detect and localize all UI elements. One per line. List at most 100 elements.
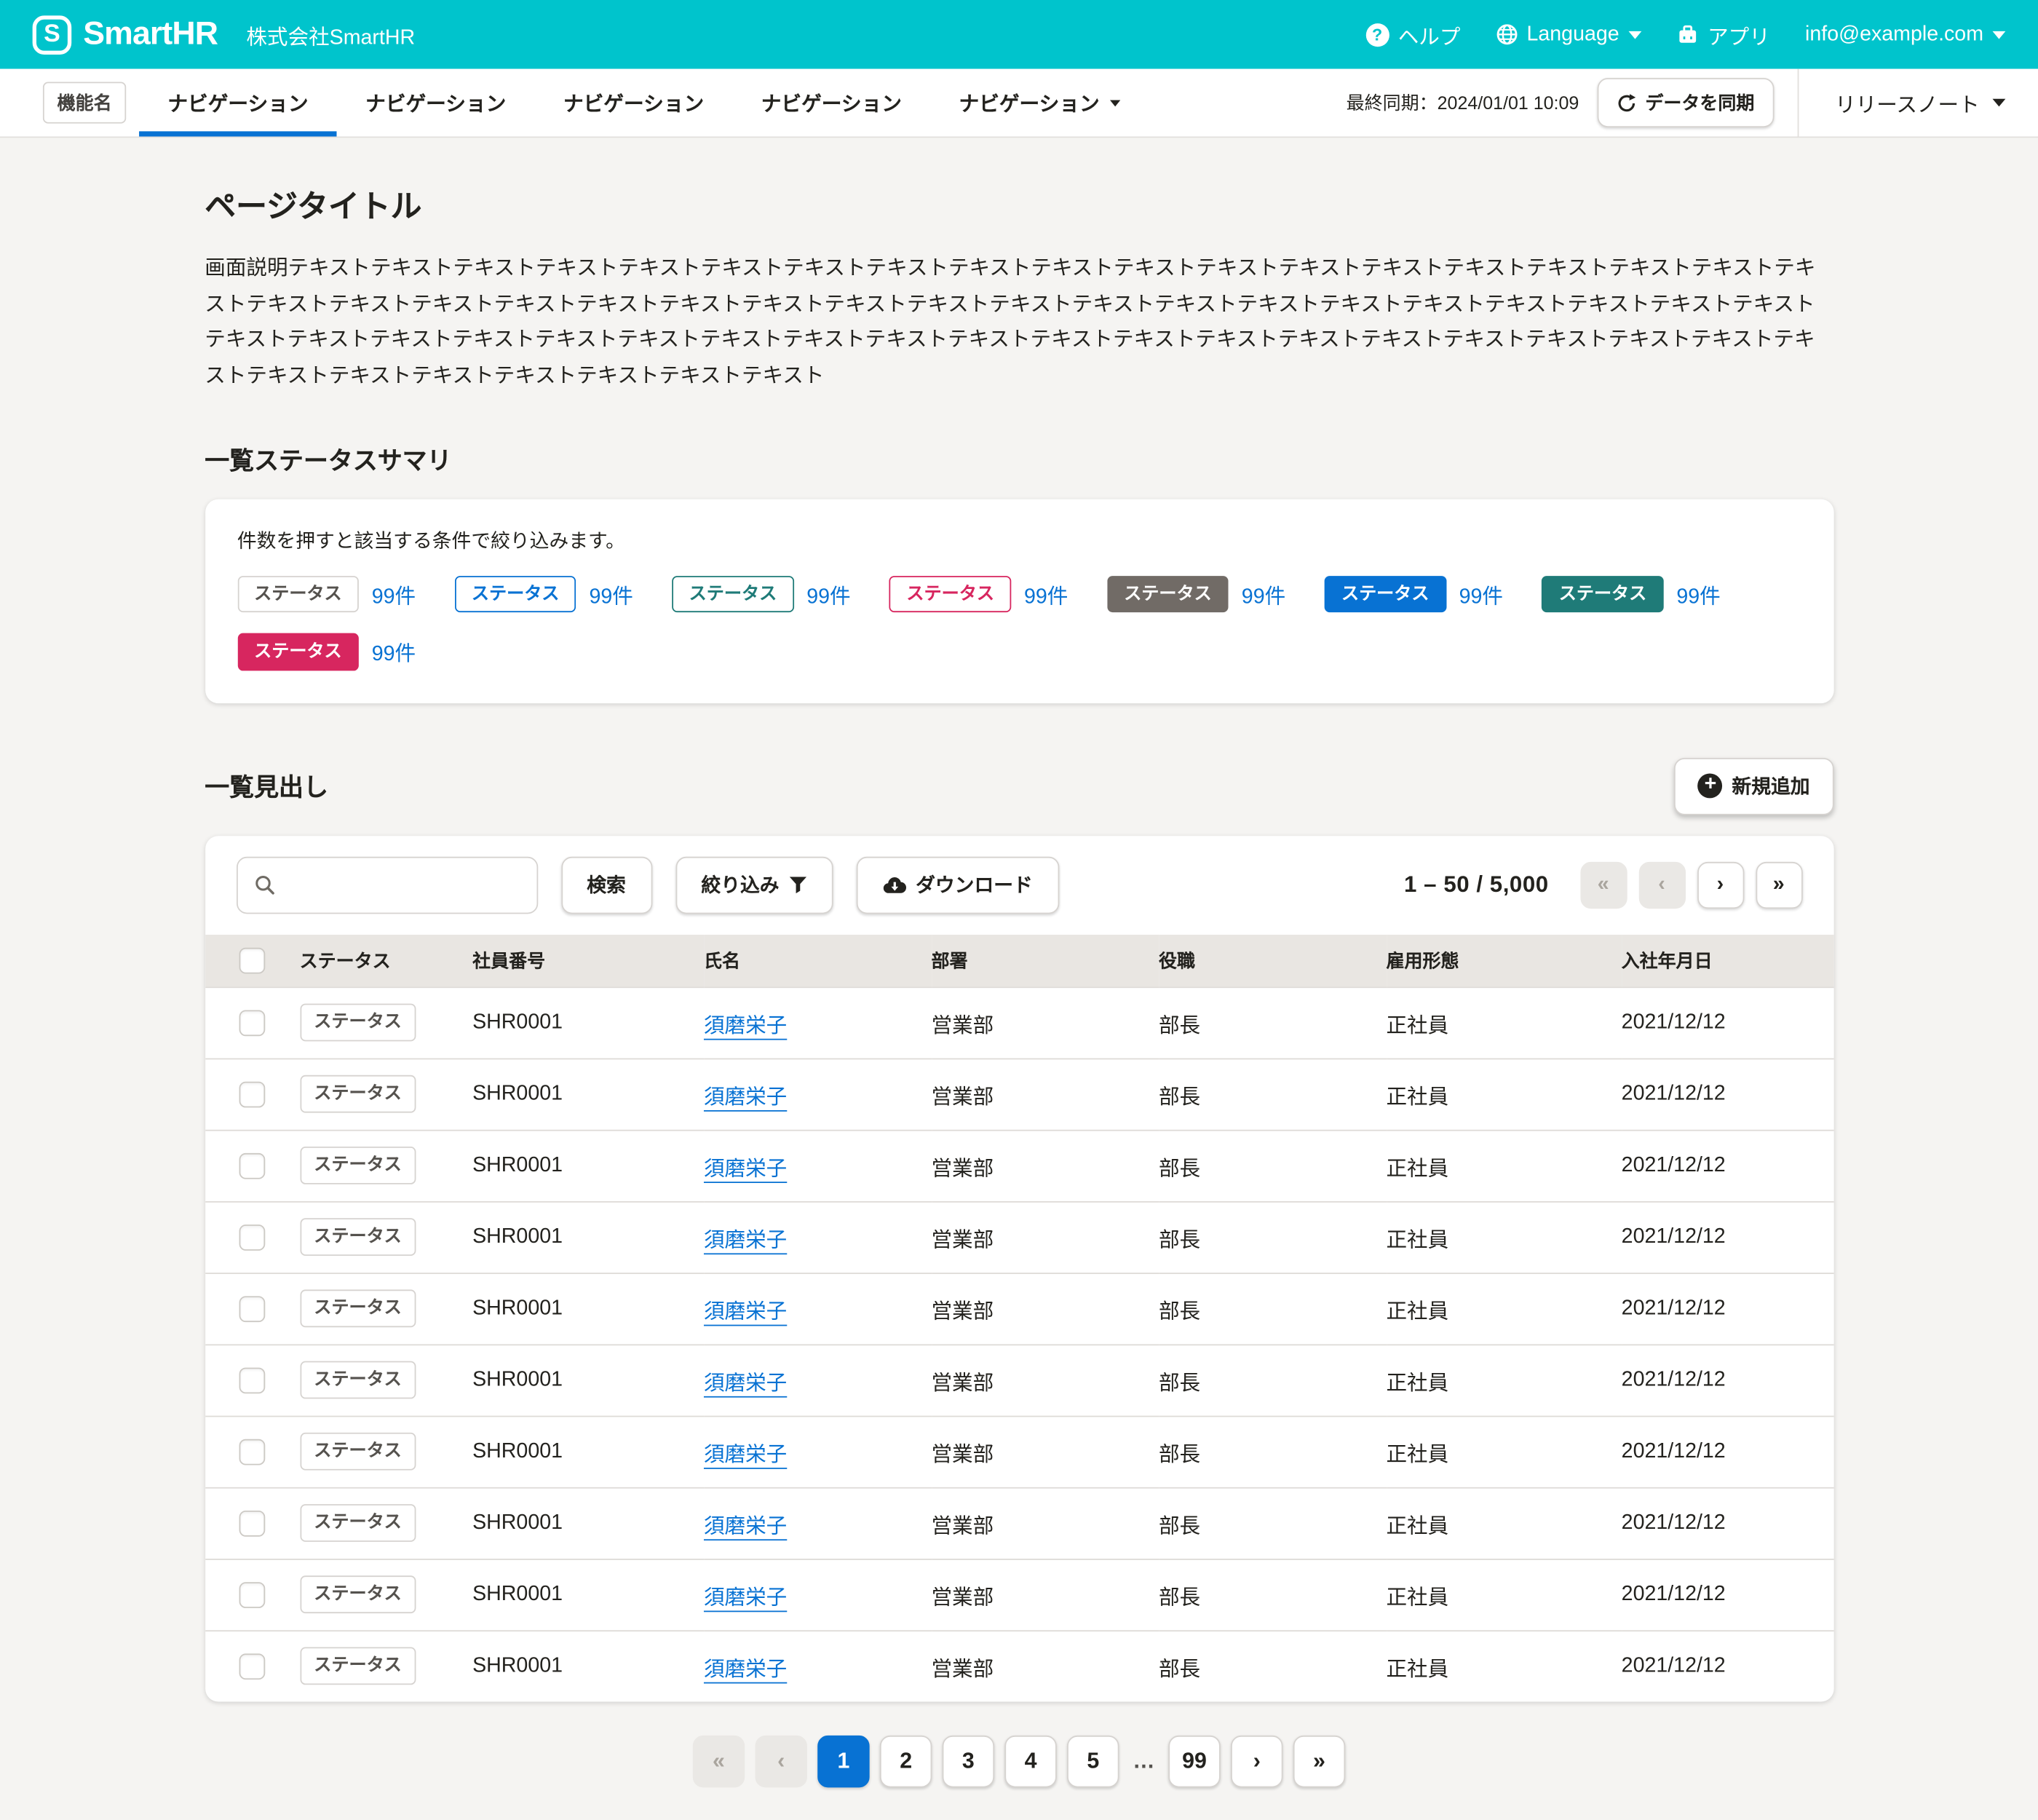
cell-status: ステータス xyxy=(300,986,472,1058)
company-name: 株式会社SmartHR xyxy=(246,19,415,50)
page-button[interactable]: 4 xyxy=(1004,1735,1056,1787)
select-all-checkbox[interactable] xyxy=(239,947,265,973)
help-icon: ? xyxy=(1365,23,1389,46)
cell-employee-id: SHR0001 xyxy=(472,1487,704,1559)
employee-name-link[interactable]: 須磨栄子 xyxy=(704,1015,787,1037)
cell-department: 営業部 xyxy=(931,1201,1159,1273)
row-checkbox[interactable] xyxy=(239,1295,265,1321)
release-notes-menu[interactable]: リリースノート xyxy=(1817,87,2038,119)
refresh-icon xyxy=(1617,93,1636,113)
page-button[interactable]: › xyxy=(1231,1735,1282,1787)
cell-employee-id: SHR0001 xyxy=(472,1344,704,1415)
row-checkbox[interactable] xyxy=(239,1510,265,1536)
row-checkbox[interactable] xyxy=(239,1010,265,1036)
account-email: info@example.com xyxy=(1805,23,1983,46)
page-description: 画面説明テキストテキストテキストテキストテキストテキストテキストテキストテキスト… xyxy=(205,251,1833,395)
pagination: « ‹ 1 2 3 4 5 … 99 › » xyxy=(205,1735,1833,1787)
employee-name-link[interactable]: 須磨栄子 xyxy=(704,1586,787,1608)
employee-name-link[interactable]: 須磨栄子 xyxy=(704,1301,787,1323)
employee-name-link[interactable]: 須磨栄子 xyxy=(704,1515,787,1537)
cell-employee-id: SHR0001 xyxy=(472,986,704,1058)
status-badge: ステータス xyxy=(237,576,359,612)
employee-name-link[interactable]: 須磨栄子 xyxy=(704,1158,787,1179)
pager-button[interactable]: ‹ xyxy=(1638,861,1685,908)
nav-item[interactable]: ナビゲーション xyxy=(930,69,1149,137)
cell-hire-date: 2021/12/12 xyxy=(1622,1130,1833,1201)
row-checkbox[interactable] xyxy=(239,1224,265,1250)
nav-item[interactable]: ナビゲーション xyxy=(337,69,535,137)
status-count-link[interactable]: 99件 xyxy=(1676,579,1720,610)
sync-data-button[interactable]: データを同期 xyxy=(1597,78,1774,127)
cell-employment-type: 正社員 xyxy=(1386,1273,1621,1344)
table-row: ステータス SHR0001 須磨栄子 営業部 部長 正社員 2021/12/12 xyxy=(205,1416,1833,1487)
employee-name-link[interactable]: 須磨栄子 xyxy=(704,1444,787,1465)
cell-department: 営業部 xyxy=(931,1130,1159,1201)
chevron-down-icon xyxy=(1993,99,2006,107)
nav-item[interactable]: ナビゲーション xyxy=(732,69,930,137)
cell-employee-id: SHR0001 xyxy=(472,1630,704,1701)
row-checkbox[interactable] xyxy=(239,1152,265,1179)
status-badge-group: ステータス 99件 xyxy=(455,576,633,612)
filter-button[interactable]: 絞り込み xyxy=(675,856,833,914)
search-input[interactable] xyxy=(287,872,520,897)
download-button[interactable]: ダウンロード xyxy=(856,856,1059,914)
cell-status: ステータス xyxy=(300,1201,472,1273)
employee-name-link[interactable]: 須磨栄子 xyxy=(704,1086,787,1108)
row-checkbox[interactable] xyxy=(239,1653,265,1679)
nav-item[interactable]: ナビゲーション xyxy=(139,69,337,137)
row-checkbox[interactable] xyxy=(239,1439,265,1465)
page-button[interactable]: » xyxy=(1293,1735,1345,1787)
page-button[interactable]: « xyxy=(693,1735,745,1787)
cell-employee-id: SHR0001 xyxy=(472,1059,704,1130)
search-button[interactable]: 検索 xyxy=(561,856,652,914)
brand[interactable]: S SmartHR xyxy=(33,15,218,55)
status-count-link[interactable]: 99件 xyxy=(372,579,416,610)
row-checkbox[interactable] xyxy=(239,1081,265,1107)
apps-menu[interactable]: アプリ xyxy=(1676,19,1770,50)
status-count-link[interactable]: 99件 xyxy=(1242,579,1285,610)
pager-top: 1 – 50 / 5,000 « ‹ › » xyxy=(1404,861,1802,908)
cell-name: 須磨栄子 xyxy=(704,986,931,1058)
apps-icon xyxy=(1676,23,1698,45)
nav-item[interactable]: ナビゲーション xyxy=(535,69,733,137)
page-button[interactable]: 99 xyxy=(1168,1735,1220,1787)
status-count-link[interactable]: 99件 xyxy=(1024,579,1068,610)
column-header: 社員番号 xyxy=(472,934,704,986)
cell-employee-id: SHR0001 xyxy=(472,1130,704,1201)
chevron-down-icon xyxy=(1110,100,1120,106)
account-menu[interactable]: info@example.com xyxy=(1805,23,2005,46)
cell-status: ステータス xyxy=(300,1273,472,1344)
employee-name-link[interactable]: 須磨栄子 xyxy=(704,1658,787,1680)
status-count-link[interactable]: 99件 xyxy=(372,636,416,668)
pager-button[interactable]: › xyxy=(1697,861,1743,908)
row-checkbox[interactable] xyxy=(239,1367,265,1393)
employee-name-link[interactable]: 須磨栄子 xyxy=(704,1229,787,1251)
status-count-link[interactable]: 99件 xyxy=(589,579,633,610)
table-body: ステータス SHR0001 須磨栄子 営業部 部長 正社員 2021/12/12… xyxy=(205,986,1833,1701)
employee-name-link[interactable]: 須磨栄子 xyxy=(704,1372,787,1394)
cell-hire-date: 2021/12/12 xyxy=(1622,1201,1833,1273)
cell-name: 須磨栄子 xyxy=(704,1630,931,1701)
add-new-button[interactable]: 新規追加 xyxy=(1675,757,1833,815)
help-menu[interactable]: ? ヘルプ xyxy=(1365,19,1460,50)
row-checkbox[interactable] xyxy=(239,1581,265,1607)
page-button[interactable]: … xyxy=(1130,1735,1158,1787)
cell-status: ステータス xyxy=(300,1416,472,1487)
cell-name: 須磨栄子 xyxy=(704,1059,931,1130)
status-badge-group: ステータス 99件 xyxy=(1107,576,1285,612)
status-count-link[interactable]: 99件 xyxy=(806,579,850,610)
nav-items: ナビゲーション ナビゲーション ナビゲーション ナビゲーション xyxy=(139,69,1149,137)
nav-item-label: ナビゲーション xyxy=(563,88,704,116)
language-menu[interactable]: Language xyxy=(1496,23,1641,46)
pager-button[interactable]: » xyxy=(1756,861,1802,908)
nav-item-label: ナビゲーション xyxy=(167,88,308,116)
status-count-link[interactable]: 99件 xyxy=(1459,579,1503,610)
status-badge: ステータス xyxy=(1542,576,1664,612)
pager-button[interactable]: « xyxy=(1580,861,1627,908)
page-button[interactable]: 1 xyxy=(817,1735,869,1787)
release-notes-label: リリースノート xyxy=(1835,87,1980,119)
page-button[interactable]: 5 xyxy=(1067,1735,1119,1787)
page-button[interactable]: ‹ xyxy=(756,1735,807,1787)
page-button[interactable]: 3 xyxy=(943,1735,994,1787)
page-button[interactable]: 2 xyxy=(880,1735,932,1787)
